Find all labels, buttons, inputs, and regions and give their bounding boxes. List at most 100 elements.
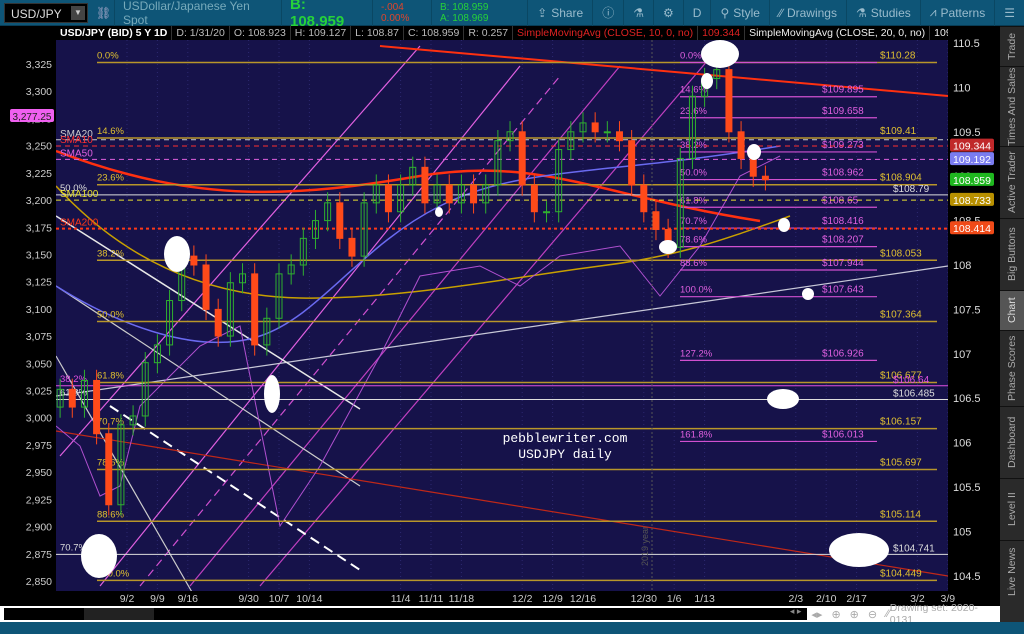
left-axis-tick: 2,900 <box>26 522 52 534</box>
candle <box>214 308 222 337</box>
symbol-description: USDollar/Japanese Yen Spot <box>123 0 250 27</box>
candle <box>251 273 259 346</box>
side-tab-dashboard[interactable]: Dashboard <box>1000 406 1024 478</box>
bar-range: R: 0.257 <box>464 26 514 40</box>
patterns-button[interactable]: ⩘ Patterns <box>919 0 994 26</box>
right-axis-tick: 107 <box>953 349 971 361</box>
right-axis-tick: 105 <box>953 526 971 538</box>
candle <box>202 264 210 310</box>
x-axis-tick: 11/18 <box>449 593 475 605</box>
fib-gold-price: $110.28 <box>880 51 916 62</box>
style-button[interactable]: ⚲ Style <box>710 0 768 26</box>
x-axis-tick: 11/4 <box>391 593 411 605</box>
share-icon: ⇪ <box>537 5 548 20</box>
price-badge-text: 108.959 <box>953 175 991 187</box>
fib-pink-pct: 38.2% <box>680 140 707 151</box>
candle <box>190 255 198 266</box>
pattern-icon: ⩘ <box>929 5 937 19</box>
studies-button[interactable]: ⚗ Studies <box>845 0 920 26</box>
zoom-out-icon[interactable]: ⊖ <box>868 608 877 621</box>
flask-icon: ⚗ <box>855 5 867 20</box>
side-tab-times-and-sales[interactable]: Times And Sales <box>1000 66 1024 146</box>
x-axis-tick: 12/9 <box>542 593 563 605</box>
chart-watermark-subtitle: USDJPY daily <box>518 447 612 462</box>
side-tab-active-trader[interactable]: Active Trader <box>1000 146 1024 218</box>
info-button[interactable]: ⓘ <box>592 0 623 26</box>
side-tab-live-news[interactable]: Live News <box>1000 540 1024 602</box>
candle <box>68 388 76 408</box>
pencil-icon: ∕∕ <box>778 5 783 20</box>
candle <box>603 131 611 134</box>
price-chart[interactable]: 0.0% $110.28 14.6% $109.41 23.6% $108.904 38.2… <box>0 26 1000 606</box>
side-tab-phase-scores[interactable]: Phase Scores <box>1000 330 1024 406</box>
zoom-in-icon[interactable]: ⊕ <box>850 608 859 621</box>
scroll-arrows-icon[interactable]: ◂ ▸ <box>790 606 802 617</box>
menu-button[interactable]: ☰ <box>994 0 1024 26</box>
drawings-button[interactable]: ∕∕ Drawings <box>768 0 846 26</box>
chart-info-bar: USD/JPY (BID) 5 Y 1D D: 1/31/20 O: 108.9… <box>56 26 948 40</box>
left-axis-tick: 3,325 <box>26 59 52 71</box>
right-axis-tick: 105.5 <box>953 482 981 494</box>
aggregation-button[interactable]: D <box>682 0 711 26</box>
left-axis-tick: 3,200 <box>26 195 52 207</box>
fib-pink-price: $107.643 <box>822 285 864 296</box>
bid-small: B: 108.959 <box>440 1 489 13</box>
plot-area <box>56 40 948 591</box>
x-axis-tick: 11/11 <box>419 593 444 605</box>
scrollbar-thumb[interactable] <box>84 608 154 620</box>
side-tabs: Trade Times And Sales Active Trader Big But… <box>1000 26 1024 622</box>
x-axis-tick: 2/17 <box>846 593 867 605</box>
horizontal-scrollbar[interactable] <box>4 608 284 620</box>
list-icon: ☰ <box>1004 5 1015 20</box>
fib-pink-pct: 23.6% <box>680 106 707 117</box>
level-price: $106.485 <box>893 389 935 400</box>
sma10-study-label[interactable]: SimpleMovingAvg (CLOSE, 10, 0, no) <box>513 26 699 40</box>
candle <box>543 211 551 214</box>
link-icon[interactable]: ⛓ <box>96 6 111 20</box>
price-badge-text: 109.344 <box>953 141 991 153</box>
left-axis-tick: 2,925 <box>26 494 52 506</box>
right-axis-tick: 106 <box>953 438 971 450</box>
left-axis-tick: 3,225 <box>26 168 52 180</box>
settings-button[interactable]: ⚙ <box>653 0 683 26</box>
x-axis-tick: 9/16 <box>178 593 199 605</box>
fib-pink-price: $108.207 <box>822 235 864 246</box>
bar-low: L: 108.87 <box>351 26 404 40</box>
candle <box>640 184 648 213</box>
chevron-down-icon[interactable]: ▼ <box>71 5 85 20</box>
crosshair-icon[interactable]: ⊕ <box>831 608 840 621</box>
fib-pink-price: $109.658 <box>822 106 864 117</box>
right-axis-tick: 109.5 <box>953 127 981 139</box>
fib-gold-price: $105.697 <box>880 458 922 469</box>
fib-pink-price: $108.962 <box>822 168 864 179</box>
pan-icon[interactable]: ◂▸ <box>811 608 822 621</box>
bar-open: O: 108.923 <box>230 26 291 40</box>
sma20-study-label[interactable]: SimpleMovingAvg (CLOSE, 20, 0, no) <box>745 26 931 40</box>
side-tab-level-ii[interactable]: Level II <box>1000 478 1024 540</box>
symbol-selector[interactable]: USD/JPY ▼ <box>4 2 88 23</box>
fib-pink-pct: 0.0% <box>680 51 702 62</box>
fib-gold-pct: 88.6% <box>97 509 124 520</box>
share-button[interactable]: ⇪ Share <box>527 0 592 26</box>
lab-button[interactable]: ⚗ <box>623 0 653 26</box>
bar-close: C: 108.959 <box>404 26 465 40</box>
left-axis-tick: 3,100 <box>26 304 52 316</box>
fib-gold-price: $107.364 <box>880 309 922 320</box>
right-axis-tick: 107.5 <box>953 304 981 316</box>
left-axis-tick: 3,150 <box>26 249 52 261</box>
right-axis-tick: 106.5 <box>953 393 981 405</box>
level-price: $104.741 <box>893 543 935 554</box>
side-tab-big-buttons[interactable]: Big Buttons <box>1000 218 1024 290</box>
fib-gold-pct: 14.6% <box>97 126 124 137</box>
candle <box>591 122 599 133</box>
level-price: $106.64 <box>893 375 930 386</box>
side-tab-trade[interactable]: Trade <box>1000 26 1024 66</box>
x-axis-tick: 10/14 <box>296 593 322 605</box>
side-tab-chart[interactable]: Chart <box>1000 290 1024 330</box>
fib-gold-price: $108.053 <box>880 248 922 259</box>
level-price: $108.79 <box>893 184 930 195</box>
top-toolbar: USD/JPY ▼ ⛓ USDollar/Japanese Yen Spot B:… <box>0 0 1024 30</box>
fib-pink-pct: 88.6% <box>680 258 707 269</box>
study-label: SMA100 <box>60 189 99 200</box>
fib-pink-pct: 127.2% <box>680 348 713 359</box>
